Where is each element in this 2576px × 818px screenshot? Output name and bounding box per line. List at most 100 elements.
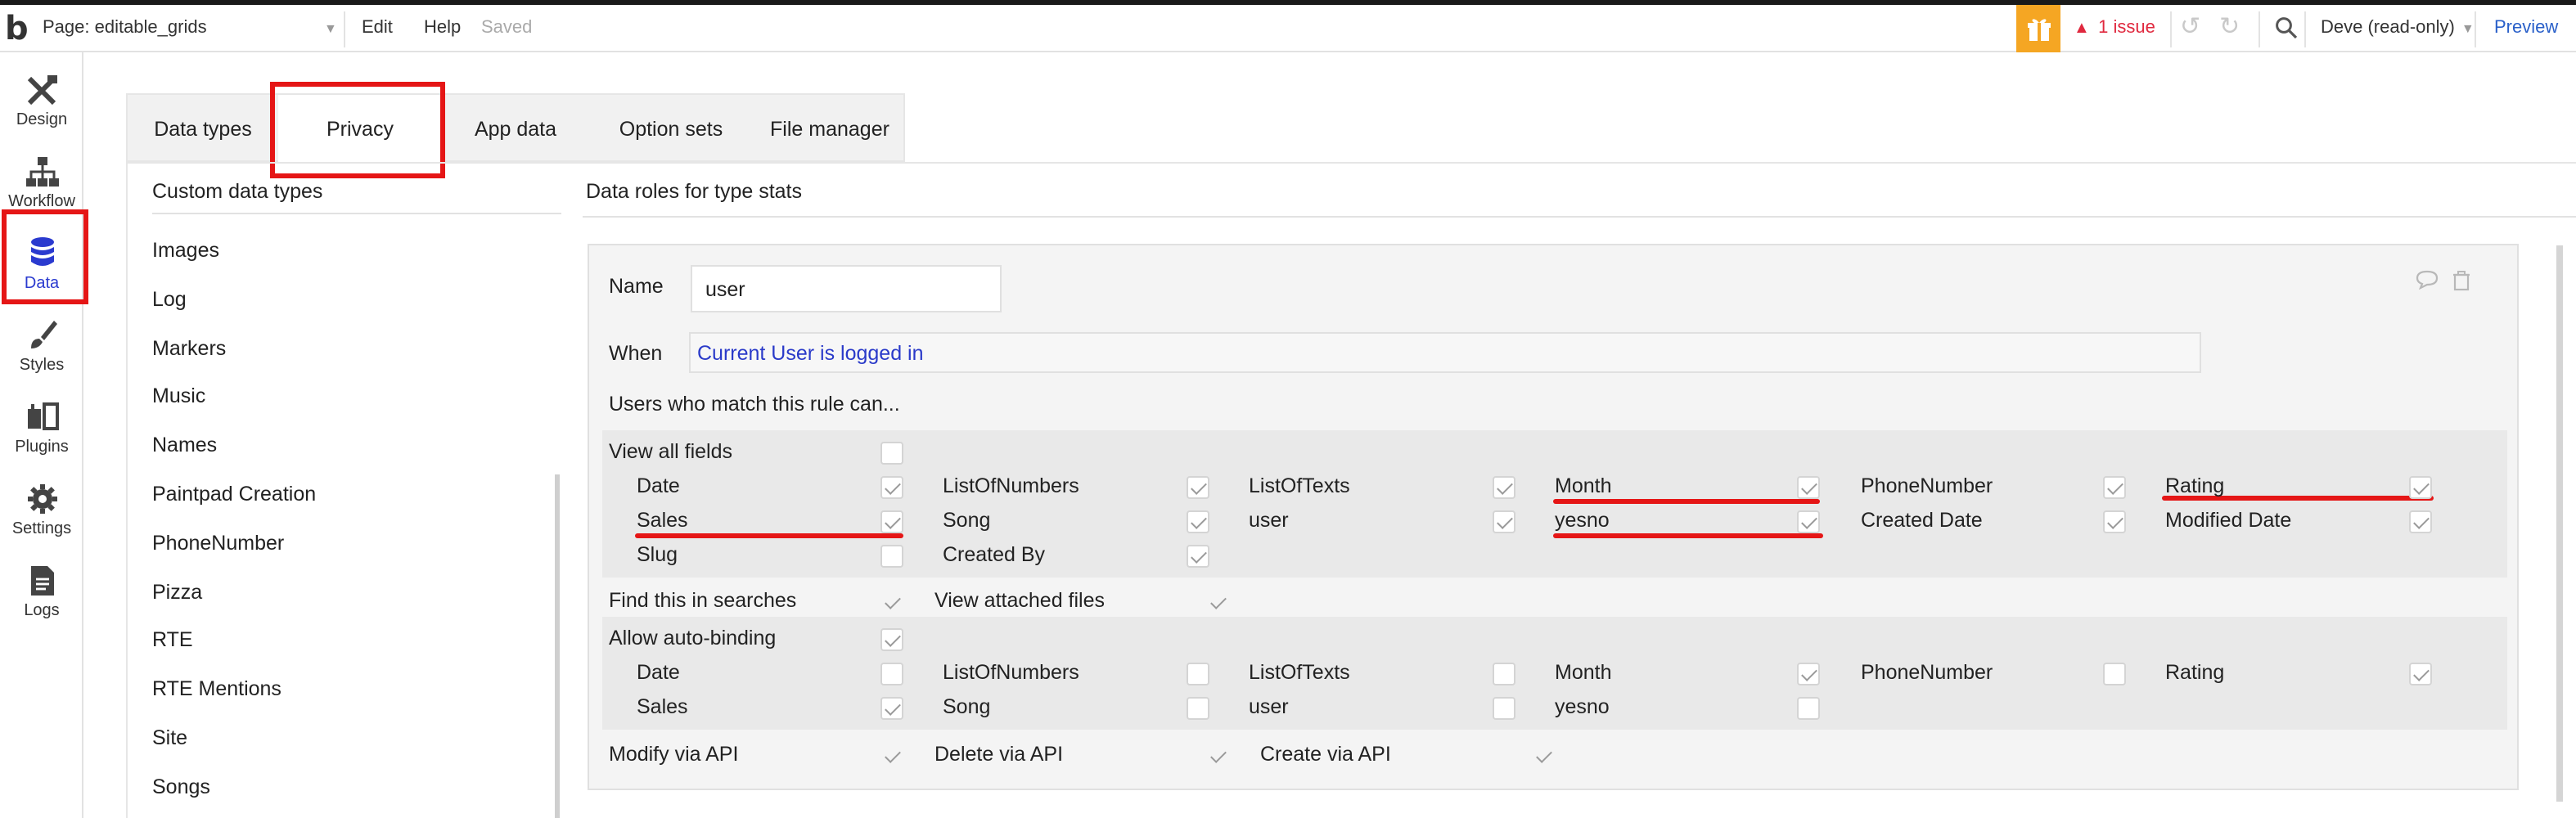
- bubble-logo-icon[interactable]: b: [5, 8, 34, 47]
- chevron-down-icon: ▼: [2461, 21, 2475, 36]
- auto-binding-checkbox[interactable]: [880, 628, 903, 651]
- field-checkbox[interactable]: [1493, 697, 1515, 720]
- field-label: yesno: [1555, 695, 1610, 718]
- field-label: user: [1249, 509, 1289, 532]
- menu-help[interactable]: Help: [424, 18, 461, 38]
- rule-name-input[interactable]: user: [691, 265, 1002, 312]
- rail-item-label: Logs: [24, 602, 60, 620]
- saved-status: Saved: [481, 18, 533, 38]
- field-checkbox[interactable]: [1187, 510, 1209, 533]
- rail-item-plugins[interactable]: Plugins: [0, 389, 83, 465]
- view-attached-files-label: View attached files: [934, 589, 1105, 612]
- field-label: Rating: [2165, 661, 2225, 684]
- field-checkbox[interactable]: [1493, 663, 1515, 685]
- rail-item-settings[interactable]: Settings: [0, 471, 83, 546]
- modify-via-api-checkbox[interactable]: [880, 744, 903, 767]
- modify-via-api-label: Modify via API: [609, 743, 739, 766]
- comment-icon[interactable]: [2416, 270, 2439, 293]
- page-selector[interactable]: Page: editable_grids ▼: [43, 18, 337, 44]
- field-checkbox[interactable]: [1187, 663, 1209, 685]
- field-checkbox[interactable]: [1187, 697, 1209, 720]
- field-checkbox[interactable]: [880, 510, 903, 533]
- field-checkbox[interactable]: [1493, 510, 1515, 533]
- rail-item-logs[interactable]: Logs: [0, 553, 83, 628]
- chevron-down-icon: ▼: [324, 21, 337, 36]
- data-type-item[interactable]: Songs: [152, 767, 553, 816]
- data-type-item[interactable]: Paintpad Creation: [152, 474, 553, 524]
- gift-icon: [2027, 18, 2050, 40]
- delete-via-api-checkbox[interactable]: [1206, 744, 1229, 767]
- field-label: Slug: [637, 543, 678, 566]
- auto-binding-label: Allow auto-binding: [609, 627, 777, 649]
- rail-item-styles[interactable]: Styles: [0, 308, 83, 383]
- data-type-list: Images Log Markers Music Names Paintpad Creat…: [152, 231, 553, 816]
- field-checkbox[interactable]: [880, 663, 903, 685]
- custom-data-types-heading: Custom data types: [152, 180, 323, 203]
- rail-item-design[interactable]: Design: [0, 62, 83, 137]
- divider: [126, 162, 2576, 164]
- data-type-item[interactable]: RTE Mentions: [152, 669, 553, 718]
- top-bar: b Page: editable_grids ▼ Edit Help Saved…: [0, 0, 2576, 52]
- tab-app-data[interactable]: App data: [442, 95, 589, 164]
- preview-button[interactable]: Preview: [2494, 18, 2558, 38]
- field-checkbox[interactable]: [2103, 510, 2126, 533]
- data-type-item[interactable]: Music: [152, 377, 553, 426]
- field-checkbox[interactable]: [880, 476, 903, 499]
- field-checkbox[interactable]: [2103, 476, 2126, 499]
- data-type-item[interactable]: PhoneNumber: [152, 524, 553, 573]
- gift-button[interactable]: [2016, 5, 2060, 52]
- field-label: Sales: [637, 695, 688, 718]
- undo-icon[interactable]: ↺: [2180, 14, 2206, 41]
- rail-item-label: Design: [16, 111, 68, 129]
- field-checkbox[interactable]: [1797, 510, 1820, 533]
- field-checkbox[interactable]: [880, 697, 903, 720]
- rail-item-workflow[interactable]: Workflow: [0, 144, 83, 219]
- field-checkbox[interactable]: [1797, 663, 1820, 685]
- scrollbar[interactable]: [2556, 245, 2563, 802]
- field-label: Modified Date: [2165, 509, 2292, 532]
- field-checkbox[interactable]: [2409, 510, 2432, 533]
- find-in-searches-checkbox[interactable]: [880, 591, 903, 614]
- redo-icon[interactable]: ↻: [2219, 14, 2245, 41]
- rule-condition-input[interactable]: Current User is logged in: [689, 332, 2201, 373]
- field-checkbox[interactable]: [1797, 476, 1820, 499]
- tab-bar: Data types Privacy App data Option sets …: [126, 93, 907, 164]
- divider: [2170, 11, 2172, 47]
- tab-data-types[interactable]: Data types: [128, 95, 278, 164]
- user-dropdown[interactable]: Deve (read-only) ▼: [2321, 18, 2475, 38]
- data-type-item[interactable]: Log: [152, 280, 553, 329]
- field-checkbox[interactable]: [1493, 476, 1515, 499]
- annotation-highlight-data: [2, 209, 88, 304]
- rail-item-label: Settings: [11, 520, 72, 538]
- field-checkbox[interactable]: [1797, 697, 1820, 720]
- data-type-item[interactable]: Site: [152, 718, 553, 767]
- scrollbar[interactable]: [555, 474, 560, 818]
- field-label: PhoneNumber: [1861, 661, 1993, 684]
- field-checkbox[interactable]: [2409, 663, 2432, 685]
- menu-edit[interactable]: Edit: [362, 18, 393, 38]
- trash-icon[interactable]: [2452, 270, 2475, 293]
- tab-option-sets[interactable]: Option sets: [589, 95, 753, 164]
- field-checkbox[interactable]: [2409, 476, 2432, 499]
- field-label: PhoneNumber: [1861, 474, 1993, 497]
- field-label: yesno: [1555, 509, 1610, 532]
- data-type-item[interactable]: Images: [152, 231, 553, 280]
- view-attached-files-checkbox[interactable]: [1206, 591, 1229, 614]
- data-type-item[interactable]: Names: [152, 425, 553, 474]
- field-checkbox[interactable]: [880, 545, 903, 568]
- field-checkbox[interactable]: [1187, 545, 1209, 568]
- data-type-item[interactable]: RTE: [152, 621, 553, 670]
- field-label: Month: [1555, 474, 1612, 497]
- issues-button[interactable]: ▲ 1 issue: [2074, 18, 2155, 38]
- field-checkbox[interactable]: [2103, 663, 2126, 685]
- rail-item-label: Plugins: [15, 438, 69, 456]
- view-all-fields-label: View all fields: [609, 440, 733, 463]
- tab-file-manager[interactable]: File manager: [753, 95, 907, 164]
- data-type-item[interactable]: Markers: [152, 328, 553, 377]
- divider: [152, 213, 561, 214]
- view-all-fields-checkbox[interactable]: [880, 442, 903, 465]
- data-type-item[interactable]: Pizza: [152, 572, 553, 621]
- search-icon[interactable]: [2275, 16, 2301, 43]
- field-checkbox[interactable]: [1187, 476, 1209, 499]
- create-via-api-checkbox[interactable]: [1532, 744, 1555, 767]
